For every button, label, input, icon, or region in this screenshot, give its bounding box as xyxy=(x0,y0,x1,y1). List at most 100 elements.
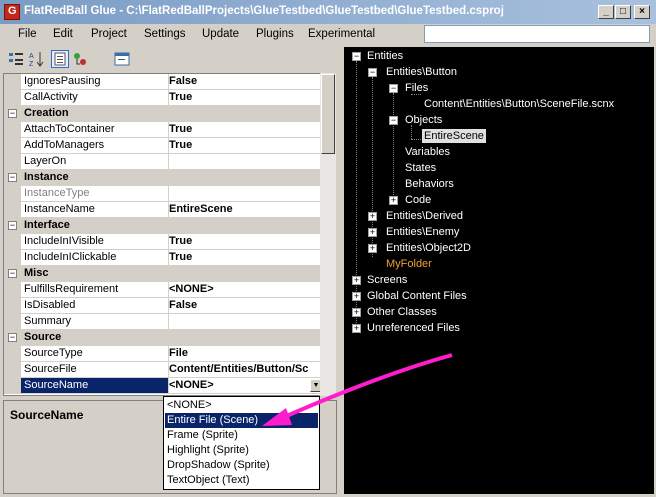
tree-node-global-content[interactable]: Global Content Files xyxy=(367,289,467,303)
maximize-button[interactable]: □ xyxy=(615,5,631,19)
events-icon[interactable] xyxy=(71,50,89,68)
expand-icon[interactable]: + xyxy=(352,324,361,333)
menu-settings[interactable]: Settings xyxy=(144,28,186,40)
minimize-button[interactable]: _ xyxy=(598,5,614,19)
tree-node-objects[interactable]: Objects xyxy=(405,113,442,127)
category-row[interactable]: − Source xyxy=(4,330,322,346)
scrollbar-thumb[interactable] xyxy=(321,74,335,154)
property-value[interactable]: True xyxy=(166,122,325,137)
tree-node-files[interactable]: Files xyxy=(405,81,428,95)
property-pages-icon[interactable] xyxy=(113,50,131,68)
property-row[interactable]: SourceFile Content/Entities/Button/Sc xyxy=(4,362,322,378)
property-row[interactable]: FulfillsRequirement <NONE> xyxy=(4,282,322,298)
property-value[interactable]: False xyxy=(166,298,325,313)
dropdown-option[interactable]: DropShadow (Sprite) xyxy=(165,458,318,473)
collapse-icon[interactable]: − xyxy=(8,269,17,278)
property-value[interactable]: File xyxy=(166,346,325,361)
property-grid[interactable]: IgnoresPausing False CallActivity True − Cr… xyxy=(3,73,336,396)
tree-node-unreferenced[interactable]: Unreferenced Files xyxy=(367,321,460,335)
dropdown-option[interactable]: Highlight (Sprite) xyxy=(165,443,318,458)
property-value[interactable]: <NONE> xyxy=(166,282,325,297)
property-row[interactable]: AddToManagers True xyxy=(4,138,322,154)
categorized-icon[interactable] xyxy=(7,50,25,68)
collapse-icon[interactable]: − xyxy=(352,52,361,61)
expand-icon[interactable]: + xyxy=(352,308,361,317)
property-value[interactable]: EntireScene xyxy=(166,202,325,217)
expand-icon[interactable]: + xyxy=(389,196,398,205)
dropdown-option[interactable]: TextObject (Text) xyxy=(165,473,318,488)
sort-alphabetical-icon[interactable]: AZ xyxy=(28,50,46,68)
property-row[interactable]: CallActivity True xyxy=(4,90,322,106)
tree-node-entities-button[interactable]: Entities\Button xyxy=(386,65,457,79)
category-row[interactable]: − Misc xyxy=(4,266,322,282)
property-value[interactable]: Content/Entities/Button/Sc xyxy=(166,362,325,377)
menu-experimental[interactable]: Experimental xyxy=(308,28,375,40)
close-button[interactable]: × xyxy=(634,5,650,19)
expand-icon[interactable]: + xyxy=(368,212,377,221)
tree-node-screens[interactable]: Screens xyxy=(367,273,407,287)
category-row[interactable]: − Instance xyxy=(4,170,322,186)
expand-icon[interactable]: + xyxy=(368,228,377,237)
property-value[interactable]: <NONE> xyxy=(166,378,325,393)
properties-icon[interactable] xyxy=(51,50,69,68)
property-name: AttachToContainer xyxy=(21,122,169,137)
expand-icon[interactable]: + xyxy=(368,244,377,253)
property-value[interactable]: True xyxy=(166,234,325,249)
category-row[interactable]: − Creation xyxy=(4,106,322,122)
property-value[interactable] xyxy=(166,186,325,201)
property-name: Summary xyxy=(21,314,169,329)
property-value[interactable]: False xyxy=(166,74,325,89)
property-row[interactable]: InstanceName EntireScene xyxy=(4,202,322,218)
tree-node-entities-enemy[interactable]: Entities\Enemy xyxy=(386,225,459,239)
category-row[interactable]: − Interface xyxy=(4,218,322,234)
property-value[interactable]: True xyxy=(166,90,325,105)
property-row[interactable]: IncludeInIClickable True xyxy=(4,250,322,266)
property-row[interactable]: Summary xyxy=(4,314,322,330)
collapse-icon[interactable]: − xyxy=(389,116,398,125)
menu-plugins[interactable]: Plugins xyxy=(256,28,294,40)
collapse-icon[interactable]: − xyxy=(8,109,17,118)
tree-node-entire-scene[interactable]: EntireScene xyxy=(422,129,486,143)
menu-update[interactable]: Update xyxy=(202,28,239,40)
expand-icon[interactable]: + xyxy=(352,276,361,285)
property-value[interactable]: True xyxy=(166,250,325,265)
tree-node-entities-object2d[interactable]: Entities\Object2D xyxy=(386,241,471,255)
collapse-icon[interactable]: − xyxy=(8,333,17,342)
tree-node-other-classes[interactable]: Other Classes xyxy=(367,305,437,319)
property-row[interactable]: InstanceType xyxy=(4,186,322,202)
menu-file[interactable]: File xyxy=(18,28,37,40)
tree-node-variables[interactable]: Variables xyxy=(405,145,450,159)
collapse-icon[interactable]: − xyxy=(8,173,17,182)
property-row[interactable]: AttachToContainer True xyxy=(4,122,322,138)
tree-node-states[interactable]: States xyxy=(405,161,436,175)
tree-node-scene-file[interactable]: Content\Entities\Button\SceneFile.scnx xyxy=(424,97,614,111)
property-value[interactable] xyxy=(166,154,325,169)
source-name-dropdown[interactable]: <NONE> Entire File (Scene) Frame (Sprite… xyxy=(163,396,320,490)
tree-node-entities-derived[interactable]: Entities\Derived xyxy=(386,209,463,223)
property-row[interactable]: IncludeInIVisible True xyxy=(4,234,322,250)
grid-scrollbar[interactable] xyxy=(320,73,336,396)
property-row[interactable]: IsDisabled False xyxy=(4,298,322,314)
property-value[interactable]: True xyxy=(166,138,325,153)
tree-node-my-folder[interactable]: MyFolder xyxy=(386,257,432,271)
menu-edit[interactable]: Edit xyxy=(53,28,73,40)
property-row[interactable]: LayerOn xyxy=(4,154,322,170)
dropdown-option[interactable]: Frame (Sprite) xyxy=(165,428,318,443)
property-value[interactable] xyxy=(166,314,325,329)
window-title: FlatRedBall Glue - C:\FlatRedBallProject… xyxy=(24,5,504,17)
search-input[interactable] xyxy=(424,25,650,43)
dropdown-option-highlighted[interactable]: Entire File (Scene) xyxy=(165,413,318,428)
menu-project[interactable]: Project xyxy=(91,28,127,40)
collapse-icon[interactable]: − xyxy=(8,221,17,230)
tree-node-behaviors[interactable]: Behaviors xyxy=(405,177,454,191)
collapse-icon[interactable]: − xyxy=(389,84,398,93)
tree-node-entities[interactable]: Entities xyxy=(367,49,403,63)
project-tree[interactable]: − Entities − Entities\Button − Files Con… xyxy=(344,47,654,494)
tree-node-code[interactable]: Code xyxy=(405,193,431,207)
expand-icon[interactable]: + xyxy=(352,292,361,301)
dropdown-option[interactable]: <NONE> xyxy=(165,398,318,413)
property-row-selected[interactable]: SourceName <NONE> ▼ xyxy=(4,378,322,394)
property-row[interactable]: IgnoresPausing False xyxy=(4,74,322,90)
property-row[interactable]: SourceType File xyxy=(4,346,322,362)
collapse-icon[interactable]: − xyxy=(368,68,377,77)
